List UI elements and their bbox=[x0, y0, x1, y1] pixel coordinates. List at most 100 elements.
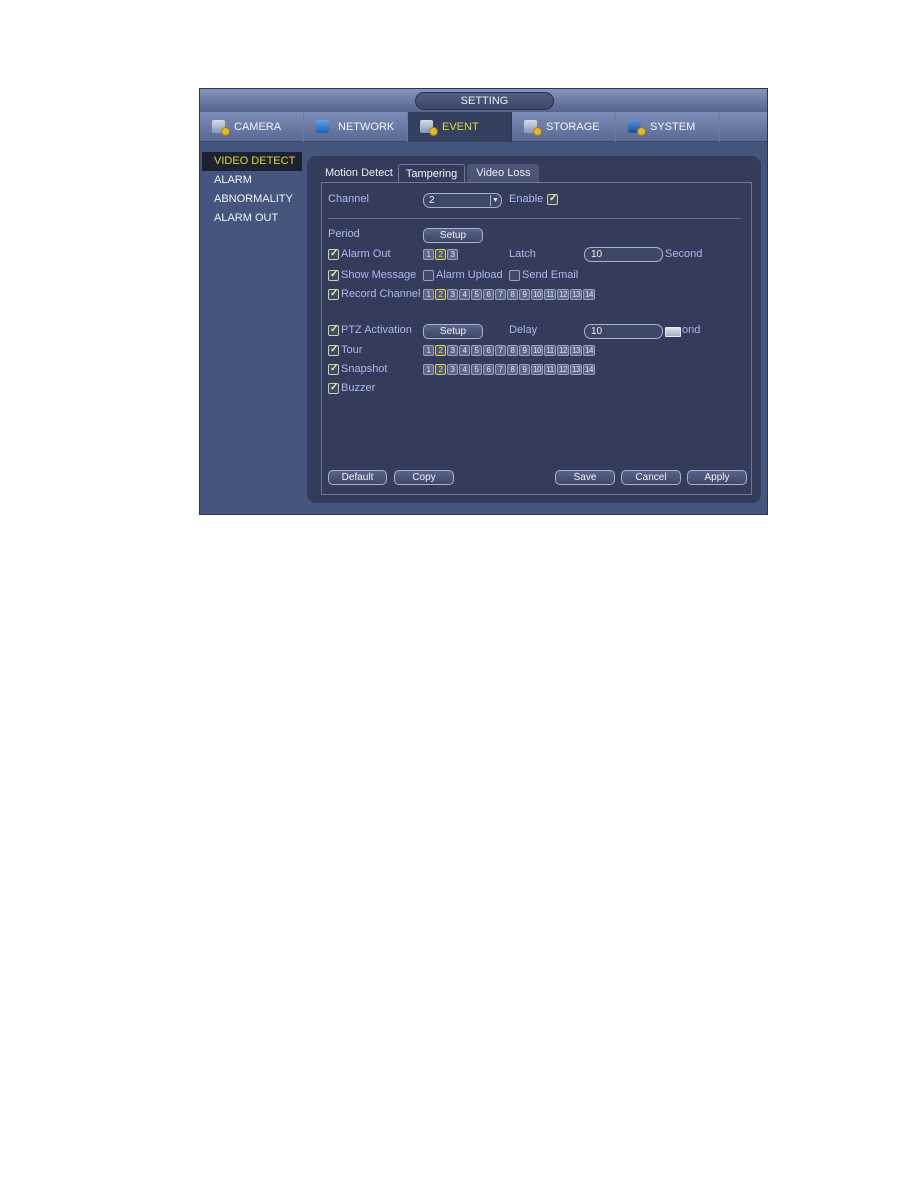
tab-storage[interactable]: STORAGE bbox=[512, 112, 616, 142]
snapshot-channel-toggle-8[interactable]: 8 bbox=[507, 364, 518, 375]
tour-channel-toggle-11[interactable]: 11 bbox=[544, 345, 556, 356]
alarm-out-checkbox[interactable] bbox=[328, 248, 339, 260]
latch-input[interactable]: 10 bbox=[584, 247, 663, 262]
title-bar: SETTING bbox=[200, 89, 767, 112]
sidebar-item-alarm[interactable]: ALARM bbox=[200, 171, 304, 190]
send-email-checkbox[interactable] bbox=[509, 270, 520, 281]
tour-channel-toggle-14[interactable]: 14 bbox=[583, 345, 595, 356]
tour-channel-toggle-10[interactable]: 10 bbox=[531, 345, 543, 356]
tour-channel-toggle-5[interactable]: 5 bbox=[471, 345, 482, 356]
snapshot-channel-toggle-5[interactable]: 5 bbox=[471, 364, 482, 375]
alarm-out-outputs: 123 bbox=[423, 249, 458, 260]
tour-channel-toggle-13[interactable]: 13 bbox=[570, 345, 582, 356]
subtab-tampering[interactable]: Tampering bbox=[397, 164, 466, 183]
sidebar-item-abnormality[interactable]: ABNORMALITY bbox=[200, 190, 304, 209]
channel-select[interactable]: 2 ▼ bbox=[423, 193, 502, 208]
snapshot-channel-toggle-2[interactable]: 2 bbox=[435, 364, 446, 375]
snapshot-channel-toggle-10[interactable]: 10 bbox=[531, 364, 543, 375]
channel-label: Channel bbox=[328, 193, 369, 205]
tour-channel-toggle-1[interactable]: 1 bbox=[423, 345, 434, 356]
delay-input[interactable]: 10 bbox=[584, 324, 663, 339]
snapshot-channel-toggle-1[interactable]: 1 bbox=[423, 364, 434, 375]
tour-channel-toggle-9[interactable]: 9 bbox=[519, 345, 530, 356]
sidebar-item-alarm-out[interactable]: ALARM OUT bbox=[200, 209, 304, 228]
enable-label: Enable bbox=[509, 193, 544, 205]
record-channel-toggle-6[interactable]: 6 bbox=[483, 289, 494, 300]
tour-channel-toggle-2[interactable]: 2 bbox=[435, 345, 446, 356]
snapshot-channel-toggle-14[interactable]: 14 bbox=[583, 364, 595, 375]
record-channel-toggle-14[interactable]: 14 bbox=[583, 289, 595, 300]
tour-channel-toggle-3[interactable]: 3 bbox=[447, 345, 458, 356]
record-channel-toggle-1[interactable]: 1 bbox=[423, 289, 434, 300]
tour-channel-toggle-8[interactable]: 8 bbox=[507, 345, 518, 356]
record-channel-toggle-5[interactable]: 5 bbox=[471, 289, 482, 300]
show-message-checkbox[interactable] bbox=[328, 269, 339, 281]
ptz-activation-checkbox[interactable] bbox=[328, 324, 339, 336]
tampering-form: Channel 2 ▼ Enable Period Setup Alarm Ou… bbox=[321, 182, 752, 495]
tab-label: CAMERA bbox=[234, 121, 282, 133]
record-channel-toggle-4[interactable]: 4 bbox=[459, 289, 470, 300]
snapshot-channel-toggle-6[interactable]: 6 bbox=[483, 364, 494, 375]
tour-channel-toggle-12[interactable]: 12 bbox=[557, 345, 569, 356]
tour-channel-toggle-6[interactable]: 6 bbox=[483, 345, 494, 356]
ptz-activation-label: PTZ Activation bbox=[341, 324, 412, 336]
snapshot-channel-toggle-4[interactable]: 4 bbox=[459, 364, 470, 375]
alarm-upload-checkbox[interactable] bbox=[423, 270, 434, 281]
tab-camera[interactable]: CAMERA bbox=[200, 112, 304, 142]
ptz-setup-button[interactable]: Setup bbox=[423, 324, 483, 339]
alarm-out-toggle-3[interactable]: 3 bbox=[447, 249, 458, 260]
tab-network[interactable]: NETWORK bbox=[304, 112, 408, 142]
snapshot-channel-toggle-11[interactable]: 11 bbox=[544, 364, 556, 375]
camera-settings-icon bbox=[212, 119, 230, 136]
record-channel-toggle-3[interactable]: 3 bbox=[447, 289, 458, 300]
tab-event[interactable]: EVENT bbox=[408, 112, 512, 142]
tour-checkbox[interactable] bbox=[328, 344, 339, 356]
delay-label: Delay bbox=[509, 324, 538, 336]
record-channel-toggle-10[interactable]: 10 bbox=[531, 289, 543, 300]
tab-label: SYSTEM bbox=[650, 121, 696, 133]
window-title: SETTING bbox=[415, 92, 554, 110]
record-channel-label: Record Channel bbox=[341, 288, 421, 300]
record-channel-toggle-13[interactable]: 13 bbox=[570, 289, 582, 300]
apply-button[interactable]: Apply bbox=[687, 470, 747, 485]
tab-label: STORAGE bbox=[546, 121, 600, 133]
chevron-down-icon: ▼ bbox=[490, 195, 500, 206]
alarm-out-toggle-1[interactable]: 1 bbox=[423, 249, 434, 260]
record-channel-toggle-12[interactable]: 12 bbox=[557, 289, 569, 300]
tab-system[interactable]: SYSTEM bbox=[616, 112, 720, 142]
tour-channel-toggle-4[interactable]: 4 bbox=[459, 345, 470, 356]
record-channel-toggle-2[interactable]: 2 bbox=[435, 289, 446, 300]
event-icon bbox=[420, 119, 438, 136]
save-button[interactable]: Save bbox=[555, 470, 615, 485]
snapshot-channel-toggle-3[interactable]: 3 bbox=[447, 364, 458, 375]
subtab-video-loss[interactable]: Video Loss bbox=[467, 164, 540, 182]
snapshot-checkbox[interactable] bbox=[328, 363, 339, 375]
record-channel-toggle-9[interactable]: 9 bbox=[519, 289, 530, 300]
cancel-button[interactable]: Cancel bbox=[621, 470, 681, 485]
record-channel-toggle-7[interactable]: 7 bbox=[495, 289, 506, 300]
sidebar-item-video-detect[interactable]: VIDEO DETECT bbox=[202, 152, 302, 171]
record-channel-checkbox[interactable] bbox=[328, 288, 339, 300]
subtabs: Motion Detect Tampering Video Loss bbox=[320, 164, 540, 183]
sidebar: VIDEO DETECT ALARM ABNORMALITY ALARM OUT bbox=[200, 152, 304, 228]
top-navigation: CAMERA NETWORK EVENT STORAGE SYSTEM bbox=[200, 112, 767, 142]
storage-icon bbox=[524, 119, 542, 136]
record-channel-toggle-11[interactable]: 11 bbox=[544, 289, 556, 300]
settings-panel: Motion Detect Tampering Video Loss Chann… bbox=[307, 156, 761, 503]
alarm-out-toggle-2[interactable]: 2 bbox=[435, 249, 446, 260]
buzzer-checkbox[interactable] bbox=[328, 382, 339, 394]
enable-checkbox[interactable] bbox=[547, 193, 558, 205]
tour-channels: 1 2 3 4 5 6 7 8 9 10 11 12 13 14 bbox=[423, 345, 595, 356]
copy-button[interactable]: Copy bbox=[394, 470, 454, 485]
snapshot-channel-toggle-9[interactable]: 9 bbox=[519, 364, 530, 375]
alarm-out-label: Alarm Out bbox=[341, 248, 391, 260]
keyboard-icon[interactable] bbox=[665, 327, 681, 337]
snapshot-channel-toggle-12[interactable]: 12 bbox=[557, 364, 569, 375]
tour-channel-toggle-7[interactable]: 7 bbox=[495, 345, 506, 356]
snapshot-channel-toggle-7[interactable]: 7 bbox=[495, 364, 506, 375]
period-setup-button[interactable]: Setup bbox=[423, 228, 483, 243]
subtab-motion-detect[interactable]: Motion Detect bbox=[320, 164, 398, 182]
default-button[interactable]: Default bbox=[328, 470, 387, 485]
record-channel-toggle-8[interactable]: 8 bbox=[507, 289, 518, 300]
snapshot-channel-toggle-13[interactable]: 13 bbox=[570, 364, 582, 375]
